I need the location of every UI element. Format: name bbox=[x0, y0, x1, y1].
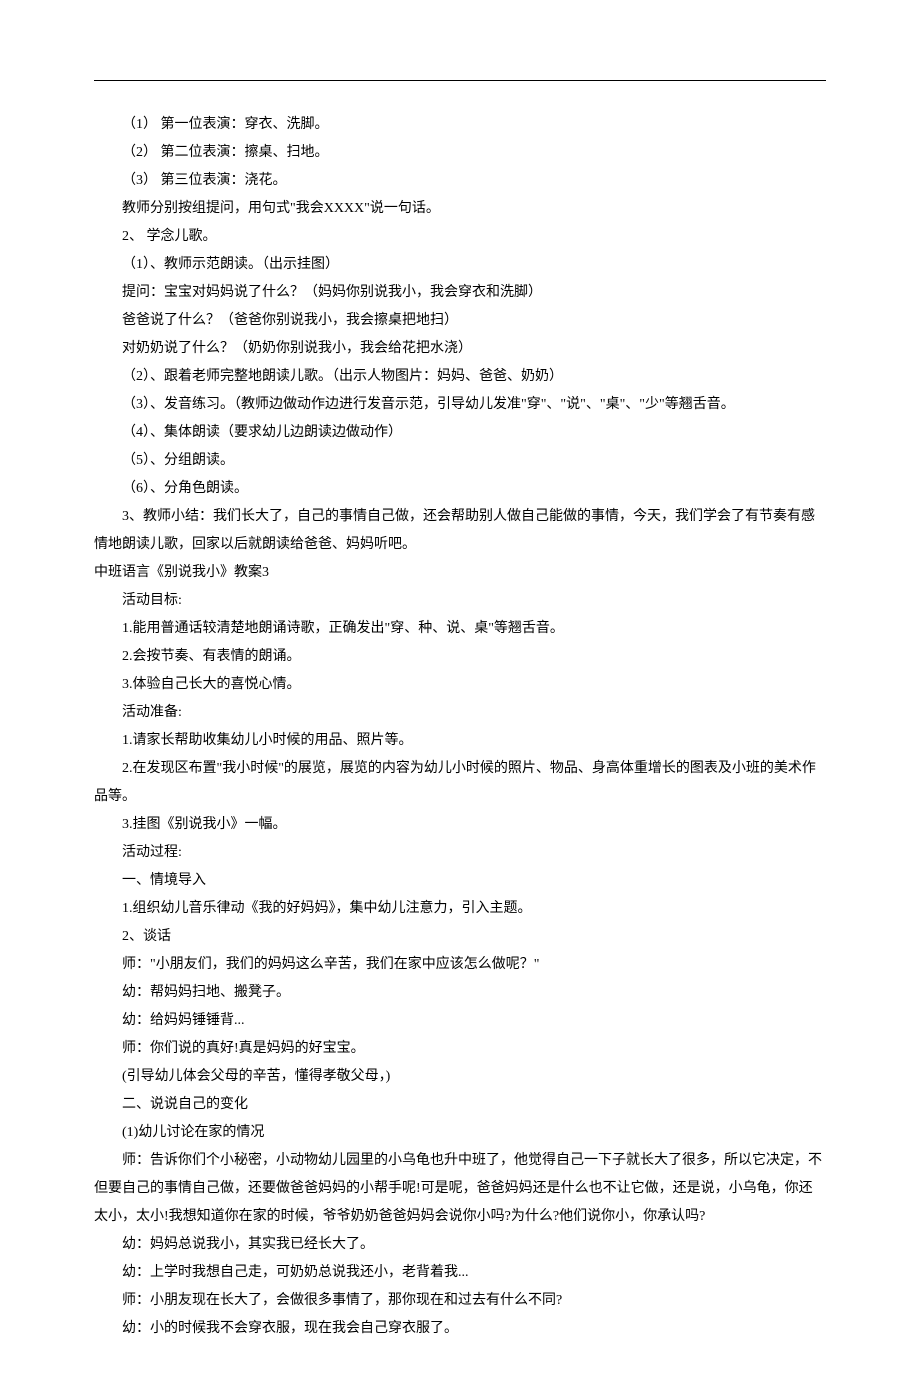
text-line: 1.能用普通话较清楚地朗诵诗歌，正确发出"穿、种、说、桌"等翘舌音。 bbox=[94, 615, 826, 643]
text-line: 教师分别按组提问，用句式"我会XXXX"说一句话。 bbox=[94, 195, 826, 223]
text-line: （3）、发音练习。（教师边做动作边进行发音示范，引导幼儿发准"穿"、"说"、"桌… bbox=[94, 391, 826, 419]
text-line: 活动过程: bbox=[94, 839, 826, 867]
text-line: 师：告诉你们个小秘密，小动物幼儿园里的小乌龟也升中班了，他觉得自己一下子就长大了… bbox=[94, 1147, 826, 1231]
horizontal-divider bbox=[94, 80, 826, 81]
text-line: （2） 第二位表演：擦桌、扫地。 bbox=[94, 139, 826, 167]
text-line: 2.在发现区布置"我小时候"的展览，展览的内容为幼儿小时候的照片、物品、身高体重… bbox=[94, 755, 826, 811]
text-line: 对奶奶说了什么？（奶奶你别说我小，我会给花把水浇） bbox=[94, 335, 826, 363]
text-line: （1） 第一位表演：穿衣、洗脚。 bbox=[94, 111, 826, 139]
text-line: 二、说说自己的变化 bbox=[94, 1091, 826, 1119]
text-line: 2、谈话 bbox=[94, 923, 826, 951]
text-line: (1)幼儿讨论在家的情况 bbox=[94, 1119, 826, 1147]
text-line: 1.请家长帮助收集幼儿小时候的用品、照片等。 bbox=[94, 727, 826, 755]
text-line: 中班语言《别说我小》教案3 bbox=[94, 559, 826, 587]
text-line: 爸爸说了什么？（爸爸你别说我小，我会擦桌把地扫） bbox=[94, 307, 826, 335]
text-line: （2）、跟着老师完整地朗读儿歌。（出示人物图片：妈妈、爸爸、奶奶） bbox=[94, 363, 826, 391]
text-line: 一、情境导入 bbox=[94, 867, 826, 895]
text-line: 师：小朋友现在长大了，会做很多事情了，那你现在和过去有什么不同? bbox=[94, 1287, 826, 1315]
text-line: 幼：上学时我想自己走，可奶奶总说我还小，老背着我... bbox=[94, 1259, 826, 1287]
text-line: （1）、教师示范朗读。（出示挂图） bbox=[94, 251, 826, 279]
text-line: 提问：宝宝对妈妈说了什么？（妈妈你别说我小，我会穿衣和洗脚） bbox=[94, 279, 826, 307]
text-line: 幼：妈妈总说我小，其实我已经长大了。 bbox=[94, 1231, 826, 1259]
text-line: 3.体验自己长大的喜悦心情。 bbox=[94, 671, 826, 699]
text-line: 3.挂图《别说我小》一幅。 bbox=[94, 811, 826, 839]
text-line: 活动准备: bbox=[94, 699, 826, 727]
text-line: （3） 第三位表演：浇花。 bbox=[94, 167, 826, 195]
text-line: 3、教师小结：我们长大了，自己的事情自己做，还会帮助别人做自己能做的事情，今天，… bbox=[94, 503, 826, 559]
text-line: (引导幼儿体会父母的辛苦，懂得孝敬父母，) bbox=[94, 1063, 826, 1091]
text-line: （5）、分组朗读。 bbox=[94, 447, 826, 475]
text-line: 幼：帮妈妈扫地、搬凳子。 bbox=[94, 979, 826, 1007]
text-line: 2、 学念儿歌。 bbox=[94, 223, 826, 251]
text-line: 幼：小的时候我不会穿衣服，现在我会自己穿衣服了。 bbox=[94, 1315, 826, 1343]
text-line: 活动目标: bbox=[94, 587, 826, 615]
text-line: （6）、分角色朗读。 bbox=[94, 475, 826, 503]
text-line: 师：你们说的真好!真是妈妈的好宝宝。 bbox=[94, 1035, 826, 1063]
text-line: 幼：给妈妈锤锤背... bbox=[94, 1007, 826, 1035]
text-line: 1.组织幼儿音乐律动《我的好妈妈》，集中幼儿注意力，引入主题。 bbox=[94, 895, 826, 923]
text-line: （4）、集体朗读（要求幼儿边朗读边做动作） bbox=[94, 419, 826, 447]
text-line: 2.会按节奏、有表情的朗诵。 bbox=[94, 643, 826, 671]
document-content: （1） 第一位表演：穿衣、洗脚。（2） 第二位表演：擦桌、扫地。（3） 第三位表… bbox=[94, 111, 826, 1343]
text-line: 师："小朋友们，我们的妈妈这么辛苦，我们在家中应该怎么做呢？" bbox=[94, 951, 826, 979]
